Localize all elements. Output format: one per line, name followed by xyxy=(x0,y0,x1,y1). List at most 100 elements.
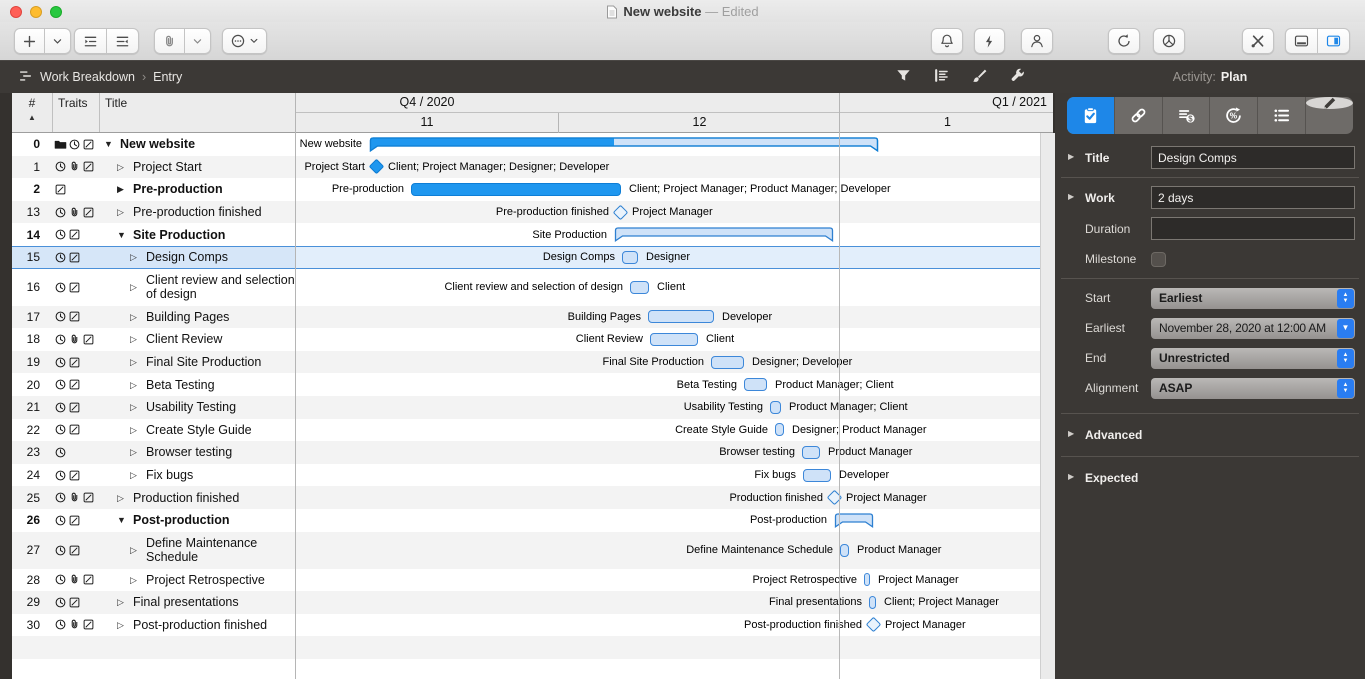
leaf-disclosure-triangle[interactable]: ▷ xyxy=(130,400,140,414)
work-input[interactable] xyxy=(1151,186,1355,209)
milestone-checkbox[interactable] xyxy=(1151,252,1166,267)
tab-custom-data[interactable] xyxy=(1258,97,1306,134)
disclosure-triangle[interactable]: ▶ xyxy=(1068,152,1074,161)
advanced-section-label[interactable]: ▶Advanced xyxy=(1055,428,1151,442)
filter-funnel-icon[interactable] xyxy=(895,67,912,87)
group-bar[interactable] xyxy=(369,137,879,153)
attach-button[interactable] xyxy=(154,28,185,54)
task-bar[interactable] xyxy=(622,251,638,264)
outline-row-29[interactable]: 29▷Final presentations xyxy=(12,591,295,614)
collapsed-disclosure-triangle[interactable]: ▶ xyxy=(117,182,127,196)
inspect-wrench-icon[interactable] xyxy=(1009,67,1026,87)
leaf-disclosure-triangle[interactable]: ▷ xyxy=(130,355,140,369)
leaf-disclosure-triangle[interactable]: ▷ xyxy=(130,332,140,346)
style-brush-icon[interactable] xyxy=(971,67,988,87)
outline-row-23[interactable]: 23▷Browser testing xyxy=(12,441,295,464)
tab-task-info[interactable] xyxy=(1067,97,1115,134)
outline-row-20[interactable]: 20▷Beta Testing xyxy=(12,373,295,396)
outline-row-18[interactable]: 18▷Client Review xyxy=(12,328,295,351)
outdent-button[interactable] xyxy=(107,28,139,54)
milestone-diamond[interactable] xyxy=(865,617,881,633)
view-options-icon[interactable] xyxy=(933,67,950,87)
outline-row-24[interactable]: 24▷Fix bugs xyxy=(12,464,295,487)
milestone-diamond[interactable] xyxy=(368,159,384,175)
expanded-disclosure-triangle[interactable]: ▼ xyxy=(117,513,127,527)
outline-row-30[interactable]: 30▷Post-production finished xyxy=(12,614,295,637)
column-header-traits[interactable]: Traits xyxy=(53,93,100,132)
leaf-disclosure-triangle[interactable]: ▷ xyxy=(130,310,140,324)
title-input[interactable] xyxy=(1151,146,1355,169)
outline-row-27[interactable]: 27▷Define Maintenance Schedule xyxy=(12,532,295,569)
leaf-disclosure-triangle[interactable]: ▷ xyxy=(130,378,140,392)
task-bar[interactable] xyxy=(869,596,876,609)
breadcrumb-item-view[interactable]: Work Breakdown xyxy=(40,70,135,84)
outline-row-22[interactable]: 22▷Create Style Guide xyxy=(12,419,295,442)
sync-button[interactable] xyxy=(1108,28,1140,54)
work-section-label[interactable]: ▶Work xyxy=(1055,191,1151,205)
leaf-disclosure-triangle[interactable]: ▷ xyxy=(130,280,140,294)
task-bar[interactable] xyxy=(650,333,698,346)
tab-connections[interactable] xyxy=(1115,97,1163,134)
tab-effort[interactable]: % xyxy=(1210,97,1258,134)
indent-button[interactable] xyxy=(74,28,107,54)
document-proxy-icon[interactable] xyxy=(606,5,618,22)
outline-row-21[interactable]: 21▷Usability Testing xyxy=(12,396,295,419)
outline-row-26[interactable]: 26▼Post-production xyxy=(12,509,295,532)
leaf-disclosure-triangle[interactable]: ▷ xyxy=(117,160,127,174)
task-bar[interactable] xyxy=(711,356,744,369)
add-task-button[interactable] xyxy=(14,28,45,54)
leaf-disclosure-triangle[interactable]: ▷ xyxy=(117,618,127,632)
attach-menu-button[interactable] xyxy=(185,28,211,54)
outline-row-17[interactable]: 17▷Building Pages xyxy=(12,306,295,329)
leaf-disclosure-triangle[interactable]: ▷ xyxy=(130,573,140,587)
disclosure-triangle[interactable]: ▶ xyxy=(1068,429,1074,438)
outline-row-2[interactable]: 2▶Pre-production xyxy=(12,178,295,201)
task-bar[interactable] xyxy=(840,544,849,557)
resources-person-button[interactable] xyxy=(1021,28,1053,54)
task-bar[interactable] xyxy=(744,378,767,391)
leaf-disclosure-triangle[interactable]: ▷ xyxy=(130,445,140,459)
outline-row-19[interactable]: 19▷Final Site Production xyxy=(12,351,295,374)
outline-row-25[interactable]: 25▷Production finished xyxy=(12,486,295,509)
group-bar[interactable] xyxy=(834,513,874,529)
task-bar[interactable] xyxy=(802,446,820,459)
disclosure-triangle[interactable]: ▶ xyxy=(1068,472,1074,481)
alignment-popup[interactable]: ASAP▲▼ xyxy=(1151,378,1355,399)
panel-right-toggle[interactable] xyxy=(1318,28,1350,54)
leaf-disclosure-triangle[interactable]: ▷ xyxy=(117,205,127,219)
outline-row-16[interactable]: 16▷Client review and selection of design xyxy=(12,269,295,306)
leaf-disclosure-triangle[interactable]: ▷ xyxy=(117,595,127,609)
group-bar[interactable] xyxy=(614,227,834,243)
notifications-bell-button[interactable] xyxy=(931,28,963,54)
catch-up-bolt-button[interactable] xyxy=(974,28,1005,54)
breadcrumb-item-mode[interactable]: Entry xyxy=(153,70,182,84)
leaf-disclosure-triangle[interactable]: ▷ xyxy=(130,423,140,437)
panel-bottom-toggle[interactable] xyxy=(1285,28,1318,54)
task-bar[interactable] xyxy=(775,423,784,436)
task-bar[interactable] xyxy=(864,573,870,586)
expanded-disclosure-triangle[interactable]: ▼ xyxy=(117,228,127,242)
milestone-diamond[interactable] xyxy=(612,204,628,220)
tools-button[interactable] xyxy=(1242,28,1274,54)
expected-section-label[interactable]: ▶Expected xyxy=(1055,471,1151,485)
expanded-disclosure-triangle[interactable]: ▼ xyxy=(104,137,114,151)
task-bar[interactable] xyxy=(411,183,621,196)
date-dropdown-icon[interactable]: ▼ xyxy=(1337,319,1354,338)
more-actions-button[interactable] xyxy=(222,28,267,54)
tab-cost[interactable]: $ xyxy=(1163,97,1211,134)
outline-row-14[interactable]: 14▼Site Production xyxy=(12,223,295,246)
outline-row-28[interactable]: 28▷Project Retrospective xyxy=(12,569,295,592)
add-task-menu-button[interactable] xyxy=(45,28,71,54)
title-section-label[interactable]: ▶Title xyxy=(1055,151,1151,165)
earliest-date-field[interactable]: November 28, 2020 at 12:00 AM▼ xyxy=(1151,318,1355,339)
start-popup[interactable]: Earliest▲▼ xyxy=(1151,288,1355,309)
duration-input[interactable] xyxy=(1151,217,1355,240)
column-header-number[interactable]: #▲ xyxy=(12,93,53,132)
leaf-disclosure-triangle[interactable]: ▷ xyxy=(130,543,140,557)
outline-row-1[interactable]: 1▷Project Start xyxy=(12,156,295,179)
leaf-disclosure-triangle[interactable]: ▷ xyxy=(117,491,127,505)
outline-row-15[interactable]: 15▷Design Comps xyxy=(12,246,295,269)
vertical-scrollbar[interactable] xyxy=(1040,133,1055,679)
leaf-disclosure-triangle[interactable]: ▷ xyxy=(130,250,140,264)
column-header-title[interactable]: Title xyxy=(100,93,295,132)
